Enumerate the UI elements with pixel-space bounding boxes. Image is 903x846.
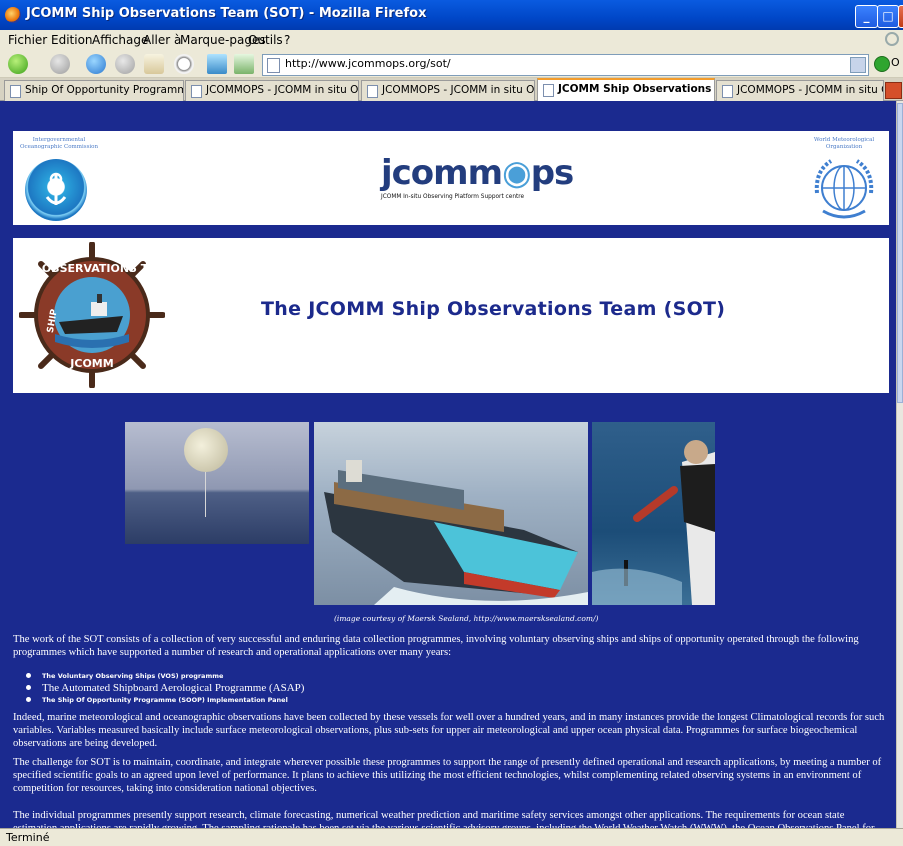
close-button[interactable] [898,5,903,28]
programme-vos[interactable]: The Voluntary Observing Ships (VOS) prog… [24,670,304,682]
status-text: Terminé [6,831,50,844]
menu-affichage[interactable]: Affichage [92,33,148,47]
paragraph-history: Indeed, marine meteorological and oceano… [13,712,885,749]
emblem-bottom-text: JCOMM [69,357,113,370]
stop-icon[interactable] [115,54,135,74]
firefox-icon [5,7,21,23]
menu-edition[interactable]: Edition [51,33,93,47]
tab-1[interactable]: Ship Of Opportunity Programme (SO... [4,80,184,101]
menu-bar: Fichier Edition Affichage Aller à Marque… [0,30,903,50]
tab-favicon-icon [367,85,378,98]
ioc-logo[interactable] [25,159,87,221]
reload-icon[interactable] [86,54,106,74]
intro-paragraph: The work of the SOT consists of a collec… [13,634,859,658]
forward-icon[interactable] [50,54,70,74]
balloon-string [205,472,206,517]
logo-subtitle: JCOMM In-situ Observing Platform Support… [381,194,525,200]
scrollbar-thumb[interactable] [897,103,903,403]
wmo-text: World Meteorological Organization [813,137,875,150]
tab-favicon-icon [191,85,202,98]
tab-favicon-icon [543,84,554,97]
sot-emblem[interactable]: SHIP OBSERVATIONS TEAM JCOMM SHIP [9,241,175,389]
url-bar[interactable]: http://www.jcommops.org/sot/ [262,54,869,76]
menu-aller[interactable]: Aller à [143,33,181,47]
image-caption: (image courtesy of Maersk Sealand, http:… [334,614,599,623]
window-title: JCOMM Ship Observations Team (SOT) - Moz… [26,6,427,21]
programme-list: The Voluntary Observing Ships (VOS) prog… [24,670,304,706]
emblem-top-text: SHIP OBSERVATIONS TEAM [19,262,165,275]
window-titlebar[interactable]: JCOMM Ship Observations Team (SOT) - Moz… [0,0,903,30]
programme-soop[interactable]: The Ship Of Opportunity Programme (SOOP)… [24,694,304,706]
jcommops-header: Intergovernmental Oceanographic Commissi… [13,131,889,225]
go-label[interactable]: O [891,56,900,69]
menu-help[interactable]: ? [284,33,290,47]
balloon-photo [125,422,309,544]
status-bar: Terminé [0,828,903,846]
paragraph-applications: The individual programmes presently supp… [13,810,875,828]
url-dropdown-icon[interactable] [850,57,866,73]
tab-favicon-icon [722,85,733,98]
menu-outils[interactable]: Outils [248,33,283,47]
tab-active[interactable]: JCOMM Ship Observations Tea... [537,78,715,103]
new-tab-icon[interactable] [207,54,227,74]
go-icon[interactable] [874,56,890,72]
container-ship-photo [314,422,588,605]
sot-banner: SHIP OBSERVATIONS TEAM JCOMM SHIP The JC… [9,238,889,393]
jcommops-logo[interactable]: jcomm◉ps JCOMM In-situ Observing Platfor… [373,153,574,209]
wmo-logo[interactable] [809,153,879,223]
programme-asap[interactable]: The Automated Shipboard Aerological Prog… [24,682,304,694]
close-tab-icon[interactable] [885,82,902,99]
tab-bar: Ship Of Opportunity Programme (SO... JCO… [0,78,903,103]
paragraph-challenge: The challenge for SOT is to maintain, co… [13,757,882,794]
minimize-button[interactable]: _ [855,5,878,28]
tab-favicon-icon [10,85,21,98]
ioc-text: Intergovernmental Oceanographic Commissi… [19,137,99,150]
tab-5[interactable]: JCOMMOPS - JCOMM in situ Observi... [716,80,884,101]
xbt-launch-photo [592,422,715,605]
url-text[interactable]: http://www.jcommops.org/sot/ [285,57,451,70]
history-icon[interactable] [174,54,194,74]
logo-word-a: jcomm [381,153,503,193]
print-icon[interactable] [234,54,254,74]
balloon-icon [184,428,228,472]
tab-3[interactable]: JCOMMOPS - JCOMM in situ Observi... [361,80,535,101]
page-title: The JCOMM Ship Observations Team (SOT) [261,298,726,320]
tab-2[interactable]: JCOMMOPS - JCOMM in situ Observi... [185,80,359,101]
throbber-icon [885,32,899,46]
navigation-toolbar: http://www.jcommops.org/sot/ O [0,50,903,78]
page-favicon-icon [267,58,280,73]
vertical-scrollbar[interactable] [896,101,903,828]
menu-fichier[interactable]: Fichier [8,33,47,47]
logo-word-b: ps [530,153,575,193]
home-icon[interactable] [144,54,164,74]
maximize-button[interactable]: □ [877,5,899,28]
page-content: Intergovernmental Oceanographic Commissi… [0,101,896,828]
logo-globe-o: ◉ [502,153,532,193]
back-icon[interactable] [8,54,28,74]
